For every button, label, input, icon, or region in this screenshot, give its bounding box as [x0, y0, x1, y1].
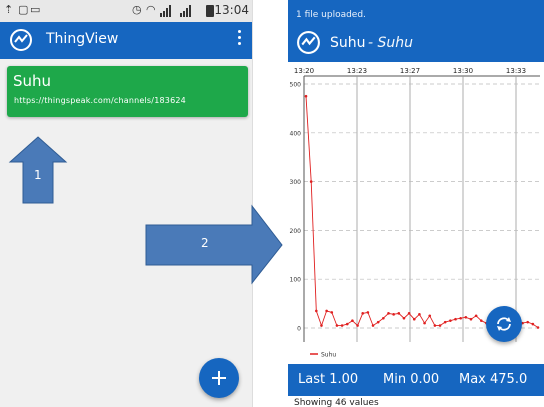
y-tick-label: 300 — [290, 179, 302, 186]
data-point — [438, 324, 442, 327]
channel-title: Suhu — [330, 35, 366, 51]
showing-count: Showing 46 values — [294, 398, 379, 407]
data-point — [335, 324, 339, 327]
data-point — [464, 315, 468, 319]
x-tick-label: 13:23 — [347, 67, 367, 75]
data-point — [340, 324, 344, 327]
data-point — [428, 314, 432, 318]
data-point — [449, 319, 452, 322]
status-bar: 1 file uploaded. — [288, 0, 544, 24]
data-point — [315, 309, 318, 313]
x-tick-label: 13:20 — [294, 67, 314, 75]
data-point — [304, 94, 308, 98]
data-point — [433, 324, 437, 327]
arrow-1-label: 1 — [34, 168, 42, 182]
data-point — [526, 320, 529, 324]
data-point — [397, 312, 401, 315]
data-point — [459, 316, 462, 320]
data-point — [351, 319, 354, 322]
app-bar: Suhu - Suhu — [288, 24, 544, 62]
data-point — [387, 312, 390, 315]
data-point — [407, 312, 411, 315]
data-point — [392, 313, 395, 316]
stats-bar: Last 1.00 Min 0.00 Max 475.0 — [288, 364, 544, 396]
thingview-logo-icon — [297, 31, 320, 54]
x-tick-label: 13:27 — [400, 67, 420, 75]
y-tick-label: 0 — [297, 326, 301, 333]
data-point — [536, 326, 540, 329]
data-point — [366, 311, 370, 314]
data-point — [309, 180, 313, 183]
x-tick-label: 13:33 — [506, 67, 526, 75]
data-point — [531, 322, 535, 326]
y-tick-label: 500 — [290, 82, 302, 89]
field-subtitle: - Suhu — [368, 35, 414, 51]
stat-min: Min 0.00 — [383, 372, 440, 387]
data-point — [412, 317, 416, 321]
data-point — [474, 314, 478, 318]
data-point — [345, 322, 349, 326]
data-point — [418, 313, 421, 316]
data-point — [479, 319, 483, 322]
data-point — [356, 324, 359, 327]
data-point — [402, 316, 406, 320]
arrow-right-2 — [145, 204, 283, 285]
stat-last: Last 1.00 — [298, 372, 359, 387]
data-point — [320, 324, 323, 327]
refresh-button[interactable] — [486, 306, 522, 342]
data-point — [330, 311, 334, 314]
y-tick-label: 200 — [290, 228, 302, 235]
series-line — [305, 96, 539, 328]
data-point — [361, 312, 365, 315]
data-point — [469, 317, 473, 321]
data-point — [454, 317, 457, 321]
stat-max: Max 475.0 — [459, 372, 528, 387]
data-point — [382, 316, 385, 320]
legend-label: Suhu — [321, 352, 336, 359]
refresh-icon — [497, 317, 511, 331]
arrow-2-label: 2 — [201, 236, 209, 250]
y-tick-label: 400 — [290, 130, 302, 137]
data-point — [423, 321, 426, 325]
x-tick-label: 13:30 — [453, 67, 473, 75]
data-point — [371, 324, 375, 327]
data-point — [376, 320, 380, 324]
data-point — [443, 320, 447, 324]
data-point — [325, 309, 328, 313]
composite-screenshot: ⇡ ▢ ▭ ◷ ◠ 13:04 ThingView Suhu https://t… — [0, 0, 544, 407]
y-tick-label: 100 — [290, 277, 302, 284]
notification-text: 1 file uploaded. — [296, 10, 366, 20]
right-phone-screen: 1 file uploaded. Suhu - Suhu 13:20 13:23 1… — [288, 0, 544, 407]
